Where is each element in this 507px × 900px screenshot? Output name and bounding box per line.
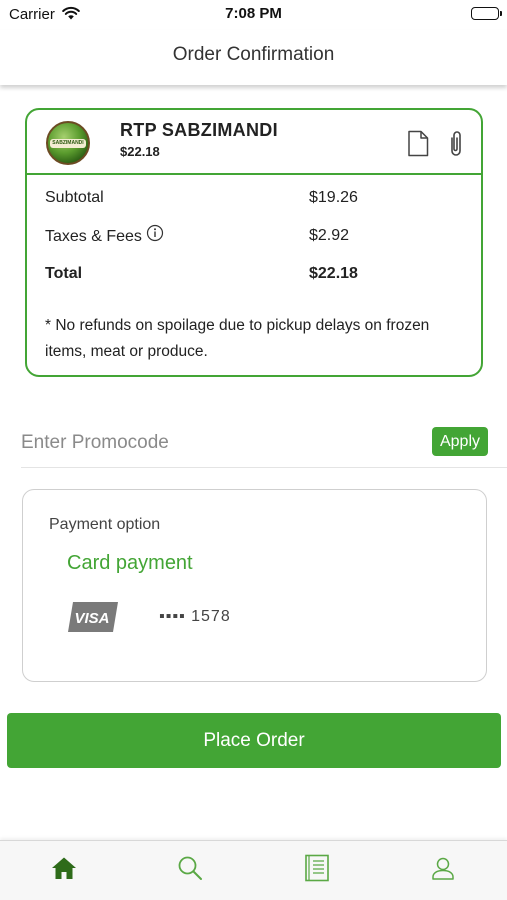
payment-method[interactable]: Card payment xyxy=(67,552,193,575)
document-icon[interactable] xyxy=(407,130,429,162)
tab-search[interactable] xyxy=(175,855,205,885)
payment-card[interactable]: Payment option Card payment VISA ▪▪▪▪ 15… xyxy=(22,489,487,682)
battery-icon xyxy=(471,7,502,20)
home-icon xyxy=(51,856,77,885)
apply-button[interactable]: Apply xyxy=(432,427,488,456)
total-label: Total xyxy=(45,265,83,282)
place-order-button[interactable]: Place Order xyxy=(7,713,501,768)
store-header: SABZIMANDI RTP SABZIMANDI $22.18 xyxy=(27,110,481,175)
profile-icon xyxy=(431,856,455,885)
visa-text: VISA xyxy=(74,610,109,627)
total-value: $22.18 xyxy=(309,265,358,282)
visa-icon: VISA xyxy=(68,602,118,637)
promocode-input[interactable] xyxy=(21,429,411,457)
tab-bar xyxy=(0,840,507,900)
taxes-fees-label: Taxes & Fees xyxy=(45,228,142,246)
navigation-bar: Order Confirmation xyxy=(0,30,507,85)
attachment-icon[interactable] xyxy=(447,129,465,164)
store-logo: SABZIMANDI xyxy=(46,121,90,165)
search-icon xyxy=(177,855,203,886)
clock: 7:08 PM xyxy=(225,5,282,22)
page-title: Order Confirmation xyxy=(172,44,335,65)
subtotal-value: $19.26 xyxy=(309,189,358,206)
order-summary-card: SABZIMANDI RTP SABZIMANDI $22.18 Subtota… xyxy=(25,108,483,377)
card-number: ▪▪▪▪ 1578 xyxy=(159,608,231,625)
taxes-fees-row: Taxes & Fees xyxy=(45,224,164,247)
tab-orders[interactable] xyxy=(302,854,332,887)
status-bar: Carrier 7:08 PM xyxy=(0,0,507,30)
tab-home[interactable] xyxy=(49,855,79,885)
promo-divider xyxy=(21,467,507,468)
store-total: $22.18 xyxy=(120,144,160,159)
subtotal-label: Subtotal xyxy=(45,189,104,206)
info-icon[interactable] xyxy=(146,224,164,247)
orders-icon xyxy=(304,854,330,887)
store-name: RTP SABZIMANDI xyxy=(120,120,278,140)
payment-option-label: Payment option xyxy=(49,516,161,533)
refund-note: * No refunds on spoilage due to pickup d… xyxy=(45,317,430,360)
taxes-fees-value: $2.92 xyxy=(309,227,350,244)
tab-profile[interactable] xyxy=(428,855,458,885)
